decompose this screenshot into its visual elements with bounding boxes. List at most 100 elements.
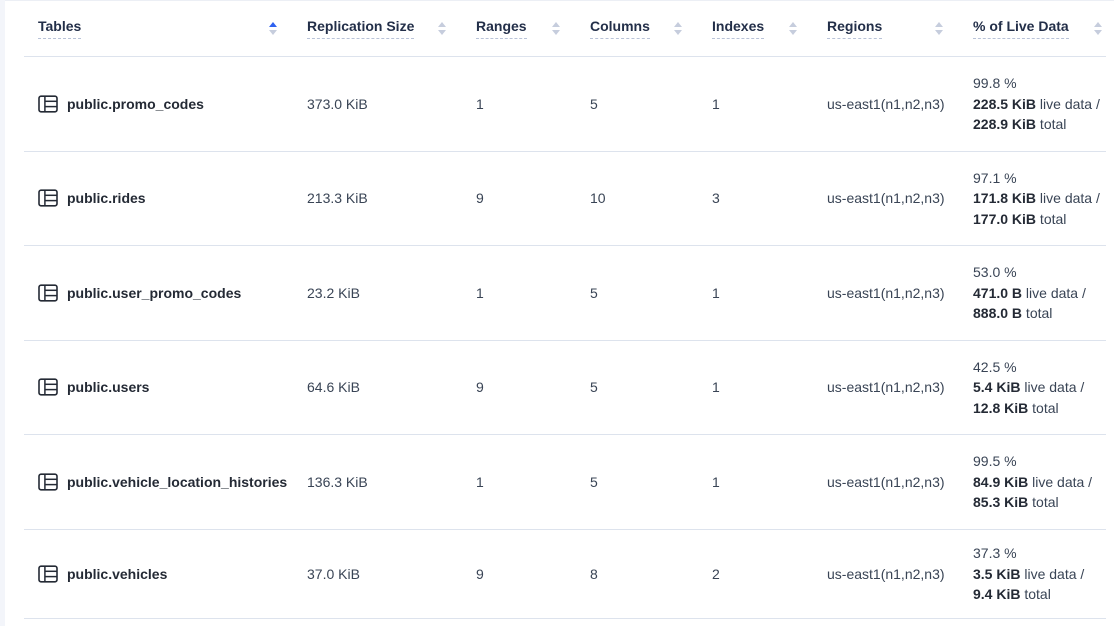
- header-label: Columns: [590, 18, 650, 39]
- table-row: public.vehicles 37.0 KiB 9 8 2 us-east1(…: [24, 530, 1106, 620]
- cell-indexes: 2: [696, 530, 811, 619]
- sort-icons: [269, 22, 277, 35]
- header-cell-tables[interactable]: Tables: [24, 1, 291, 56]
- live-percent: 99.8 %: [973, 73, 1017, 94]
- header-label: Regions: [827, 18, 882, 39]
- header-cell-live-data[interactable]: % of Live Data: [957, 1, 1106, 56]
- sort-desc-icon: [269, 30, 277, 35]
- table-row: public.vehicle_location_histories 136.3 …: [24, 435, 1106, 530]
- sort-desc-icon: [789, 30, 797, 35]
- live-data-line: 5.4 KiB live data /: [973, 377, 1084, 398]
- sort-asc-icon: [269, 22, 277, 27]
- cell-table-name: public.users: [24, 341, 291, 435]
- total-data-line: 85.3 KiB total: [973, 492, 1059, 513]
- cell-live-data: 42.5 % 5.4 KiB live data / 12.8 KiB tota…: [957, 341, 1106, 435]
- sort-icons: [935, 22, 943, 35]
- live-data-line: 228.5 KiB live data /: [973, 94, 1100, 115]
- table-name-link[interactable]: public.vehicle_location_histories: [67, 474, 287, 490]
- header-label: % of Live Data: [973, 18, 1069, 39]
- table-icon: [38, 473, 58, 491]
- cell-replication-size: 373.0 KiB: [291, 57, 460, 151]
- sort-icons: [438, 22, 446, 35]
- cell-indexes: 3: [696, 152, 811, 246]
- cell-ranges: 1: [460, 57, 574, 151]
- sort-asc-icon: [1094, 22, 1102, 27]
- live-percent: 53.0 %: [973, 262, 1017, 283]
- cell-live-data: 99.5 % 84.9 KiB live data / 85.3 KiB tot…: [957, 435, 1106, 529]
- cell-columns: 10: [574, 152, 696, 246]
- cell-regions: us-east1(n1,n2,n3): [811, 435, 957, 529]
- cell-columns: 5: [574, 246, 696, 340]
- cell-ranges: 1: [460, 246, 574, 340]
- sort-icons: [1094, 22, 1102, 35]
- cell-ranges: 9: [460, 530, 574, 619]
- live-data-line: 3.5 KiB live data /: [973, 564, 1084, 585]
- total-data-line: 12.8 KiB total: [973, 398, 1059, 419]
- tables-table: Tables Replication Size Ranges Columns I…: [24, 1, 1106, 619]
- cell-table-name: public.vehicle_location_histories: [24, 435, 291, 529]
- sort-desc-icon: [438, 30, 446, 35]
- sort-icons: [789, 22, 797, 35]
- header-label: Tables: [38, 18, 81, 39]
- header-cell-replication-size[interactable]: Replication Size: [291, 1, 460, 56]
- cell-regions: us-east1(n1,n2,n3): [811, 57, 957, 151]
- cell-table-name: public.rides: [24, 152, 291, 246]
- sort-desc-icon: [674, 30, 682, 35]
- live-data-line: 84.9 KiB live data /: [973, 472, 1092, 493]
- table-icon: [38, 378, 58, 396]
- sort-desc-icon: [1094, 30, 1102, 35]
- header-cell-columns[interactable]: Columns: [574, 1, 696, 56]
- cell-columns: 8: [574, 530, 696, 619]
- cell-replication-size: 213.3 KiB: [291, 152, 460, 246]
- table-header-row: Tables Replication Size Ranges Columns I…: [24, 1, 1106, 57]
- live-percent: 97.1 %: [973, 168, 1017, 189]
- tables-panel: Tables Replication Size Ranges Columns I…: [5, 0, 1114, 626]
- header-cell-ranges[interactable]: Ranges: [460, 1, 574, 56]
- sort-desc-icon: [552, 30, 560, 35]
- sort-asc-icon: [789, 22, 797, 27]
- cell-table-name: public.promo_codes: [24, 57, 291, 151]
- header-label: Replication Size: [307, 18, 414, 39]
- cell-replication-size: 37.0 KiB: [291, 530, 460, 619]
- total-data-line: 177.0 KiB total: [973, 209, 1066, 230]
- cell-regions: us-east1(n1,n2,n3): [811, 530, 957, 619]
- sort-desc-icon: [935, 30, 943, 35]
- table-row: public.rides 213.3 KiB 9 10 3 us-east1(n…: [24, 152, 1106, 247]
- cell-columns: 5: [574, 57, 696, 151]
- cell-regions: us-east1(n1,n2,n3): [811, 341, 957, 435]
- cell-indexes: 1: [696, 435, 811, 529]
- header-cell-indexes[interactable]: Indexes: [696, 1, 811, 56]
- cell-live-data: 37.3 % 3.5 KiB live data / 9.4 KiB total: [957, 530, 1106, 619]
- table-name-link[interactable]: public.rides: [67, 190, 146, 206]
- cell-columns: 5: [574, 341, 696, 435]
- live-percent: 99.5 %: [973, 451, 1017, 472]
- live-percent: 42.5 %: [973, 357, 1017, 378]
- sort-asc-icon: [674, 22, 682, 27]
- sort-icons: [674, 22, 682, 35]
- total-data-line: 228.9 KiB total: [973, 114, 1066, 135]
- cell-indexes: 1: [696, 57, 811, 151]
- header-label: Indexes: [712, 18, 764, 39]
- cell-ranges: 9: [460, 341, 574, 435]
- cell-regions: us-east1(n1,n2,n3): [811, 246, 957, 340]
- table-name-link[interactable]: public.promo_codes: [67, 96, 204, 112]
- cell-columns: 5: [574, 435, 696, 529]
- table-name-link[interactable]: public.user_promo_codes: [67, 285, 241, 301]
- cell-table-name: public.vehicles: [24, 530, 291, 619]
- live-data-line: 471.0 B live data /: [973, 283, 1086, 304]
- cell-regions: us-east1(n1,n2,n3): [811, 152, 957, 246]
- table-icon: [38, 565, 58, 583]
- cell-live-data: 99.8 % 228.5 KiB live data / 228.9 KiB t…: [957, 57, 1106, 151]
- cell-table-name: public.user_promo_codes: [24, 246, 291, 340]
- table-name-link[interactable]: public.vehicles: [67, 566, 167, 582]
- table-icon: [38, 95, 58, 113]
- cell-live-data: 97.1 % 171.8 KiB live data / 177.0 KiB t…: [957, 152, 1106, 246]
- cell-live-data: 53.0 % 471.0 B live data / 888.0 B total: [957, 246, 1106, 340]
- sort-icons: [552, 22, 560, 35]
- cell-replication-size: 64.6 KiB: [291, 341, 460, 435]
- header-label: Ranges: [476, 18, 527, 39]
- header-cell-regions[interactable]: Regions: [811, 1, 957, 56]
- table-name-link[interactable]: public.users: [67, 379, 149, 395]
- cell-indexes: 1: [696, 246, 811, 340]
- table-row: public.promo_codes 373.0 KiB 1 5 1 us-ea…: [24, 57, 1106, 152]
